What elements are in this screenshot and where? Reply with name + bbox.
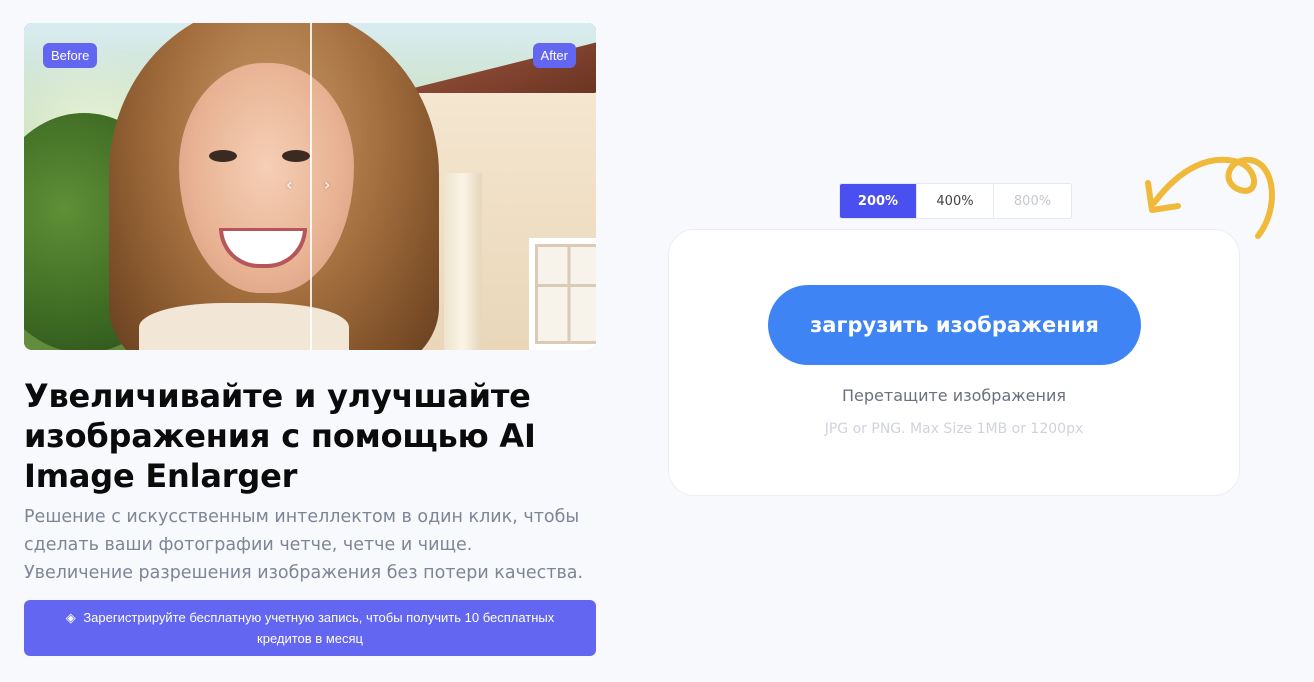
register-free-account-button[interactable]: ◈ Зарегистрируйте бесплатную учетную зап… [24,600,596,656]
page-description: Решение с искусственным интеллектом в од… [24,507,584,583]
register-button-label: Зарегистрируйте бесплатную учетную запис… [83,609,555,646]
upload-images-button[interactable]: загрузить изображения [768,285,1141,365]
scale-option-800[interactable]: 800% [994,184,1071,218]
drag-drop-hint: Перетащите изображения [842,386,1066,405]
scale-option-400[interactable]: 400% [917,184,994,218]
before-badge: Before [43,43,98,68]
scale-option-200[interactable]: 200% [840,184,917,218]
chevron-left-icon[interactable]: ‹ [286,175,292,194]
after-badge: After [532,43,576,68]
chevron-right-icon[interactable]: › [324,175,330,194]
file-limits-hint: JPG or PNG. Max Size 1MB or 1200px [824,421,1084,437]
page-title: Увеличивайте и улучшайте изображения с п… [24,377,536,495]
upload-dropzone[interactable]: загрузить изображения Перетащите изображ… [668,229,1240,496]
layers-icon: ◈ [65,610,76,626]
comparison-slider-handle[interactable] [310,23,312,350]
before-after-preview[interactable]: ‹ › Before After [24,23,596,350]
upscale-factor-selector: 200% 400% 800% [839,183,1072,219]
